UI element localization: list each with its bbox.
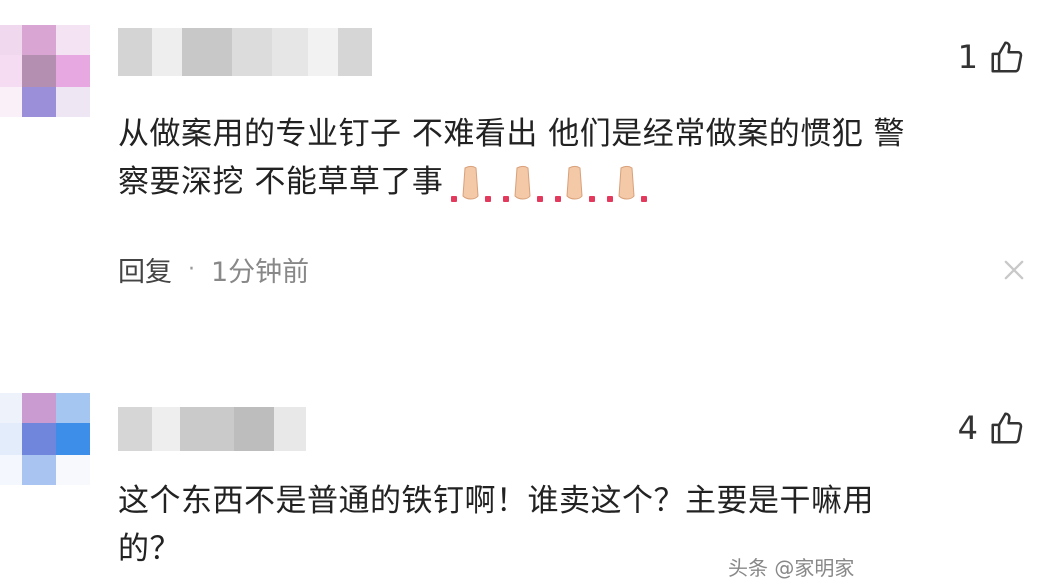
like-area: 4 [958, 409, 1026, 447]
watermark: 头条 @家明家 [728, 556, 855, 580]
comment-text-line: 察要深挖 不能草草了事 [118, 158, 1033, 206]
comment-item-1: 1 从做案用的专业钉子 不难看出 他们是经常做案的惯犯 警 察要深挖 不能草草了… [0, 0, 1044, 330]
emoji-group [445, 162, 653, 206]
comment-text-line: 的？ [118, 531, 181, 567]
username-blurred[interactable] [118, 403, 398, 457]
avatar[interactable] [0, 25, 90, 117]
like-count: 4 [957, 409, 978, 447]
comment-timestamp: 1分钟前 [211, 257, 310, 288]
comment-meta: 回复 · 1分钟前 [118, 250, 309, 289]
pray-icon [555, 165, 596, 202]
thumbs-up-icon[interactable] [988, 38, 1026, 76]
comment-text: 从做案用的专业钉子 不难看出 他们是经常做案的惯犯 警 察要深挖 不能草草了事 [118, 110, 1033, 206]
comment-text-line: 这个东西不是普通的铁钉啊！谁卖这个？主要是干嘛用 [118, 483, 874, 519]
close-icon[interactable] [1000, 256, 1028, 284]
like-area: 1 [958, 38, 1026, 76]
reply-button[interactable]: 回复 [118, 250, 172, 289]
comment-item-2: 4 这个东西不是普通的铁钉啊！谁卖这个？主要是干嘛用 的？ [0, 385, 1044, 568]
pray-icon [503, 165, 544, 202]
pray-icon [607, 165, 648, 202]
like-count: 1 [957, 38, 978, 76]
username-blurred[interactable] [118, 24, 398, 78]
thumbs-up-icon[interactable] [988, 409, 1026, 447]
comment-text: 这个东西不是普通的铁钉啊！谁卖这个？主要是干嘛用 的？ [118, 477, 1033, 573]
comment-text-line: 从做案用的专业钉子 不难看出 他们是经常做案的惯犯 警 [118, 116, 906, 152]
avatar[interactable] [0, 393, 90, 485]
separator-dot: · [188, 257, 195, 282]
pray-icon [451, 165, 492, 202]
comment-text-fragment: 察要深挖 不能草草了事 [118, 164, 444, 200]
